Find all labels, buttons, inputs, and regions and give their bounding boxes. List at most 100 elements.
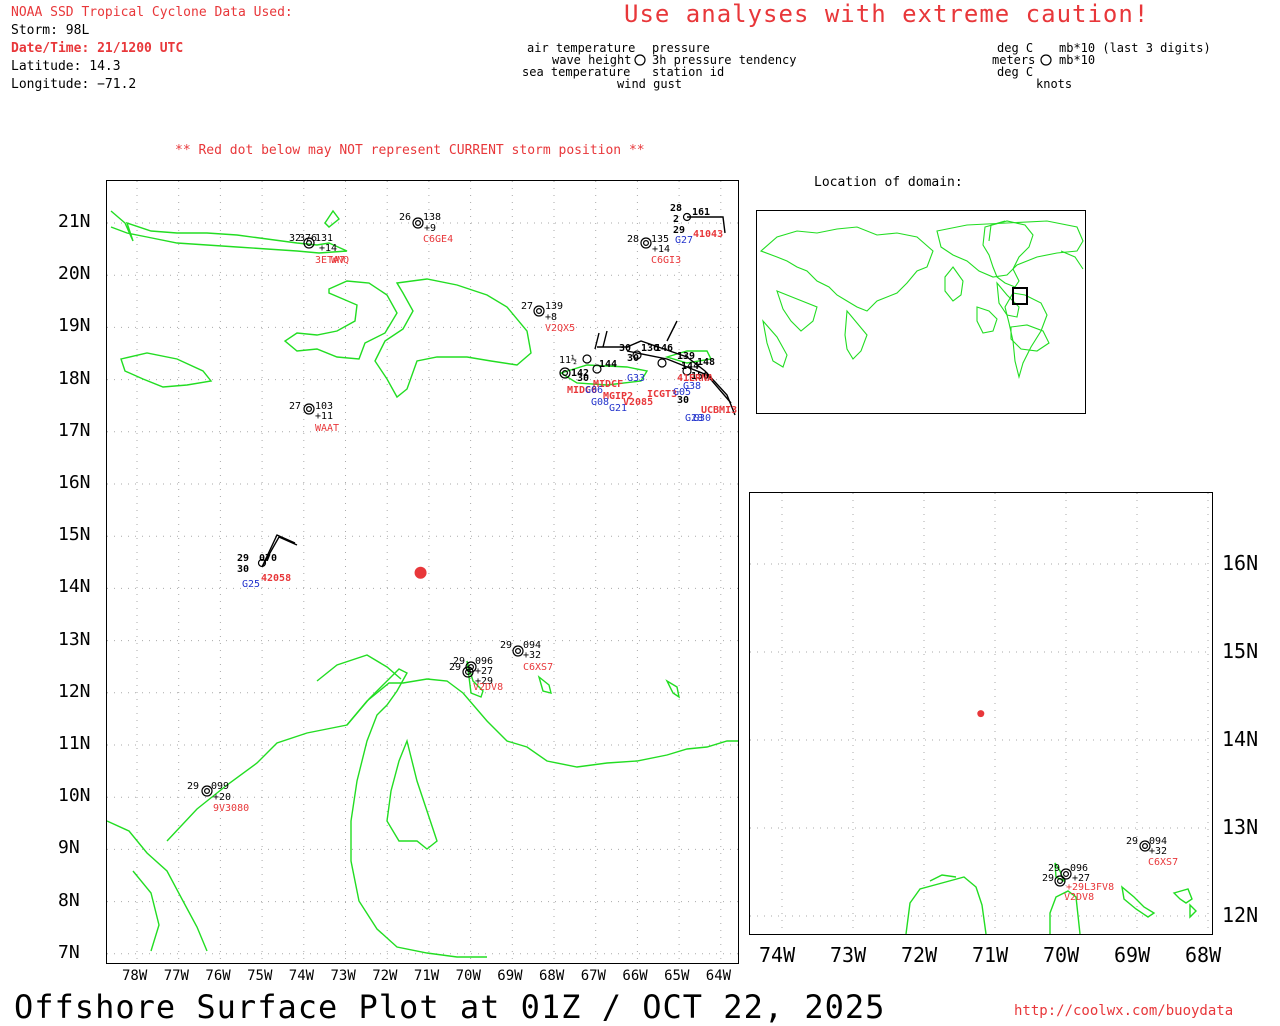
stn-id: 42058 — [261, 573, 291, 584]
legend-sea-temp: sea temperature — [522, 65, 631, 79]
legend-deg-c-2: deg C — [997, 65, 1034, 79]
stn-air: 29 — [500, 640, 512, 651]
location-title: Location of domain: — [814, 175, 963, 190]
lat-tick-label: 7N — [58, 941, 80, 963]
inset-map-canvas: 29 094 +32C6XS7 29 096 29 +27 +29 L3FV8 V2DV… — [750, 493, 1212, 935]
stn-tend: +14 — [652, 244, 670, 255]
lon-tick-label: 75W — [247, 968, 273, 984]
domain-box — [1012, 287, 1028, 305]
stn-air: 27 — [521, 301, 533, 312]
caution-banner: Use analyses with extreme caution! — [624, 0, 1150, 28]
coastlines — [107, 209, 738, 958]
svg-text:11½: 11½ — [559, 354, 577, 366]
svg-text:30: 30 — [627, 353, 639, 364]
stn-air: 29 — [237, 553, 249, 564]
lon-tick-label: 67W — [580, 968, 606, 984]
station-text: 26 138 +9C6GE4 32376131 +143ETA7WNQ 28 135… — [187, 203, 737, 814]
stn-air: 28 — [627, 234, 639, 245]
lon-tick-label: 74W — [288, 968, 315, 984]
lon-tick-label: 69W — [497, 968, 523, 984]
stn-air: 27 — [289, 401, 301, 412]
lat-tick-label: 13N — [58, 628, 91, 650]
stn-id: C6GI3 — [651, 255, 681, 266]
stn-id: 41043 — [693, 229, 723, 240]
legend-mb10-b: mb*10 — [1059, 53, 1096, 67]
inset-lon-tick-label: 74W — [759, 943, 796, 967]
stn-id: V2QX5 — [545, 323, 575, 334]
inset-lon-tick-label: 73W — [830, 943, 867, 967]
inset-lon-tick-label: 70W — [1043, 943, 1080, 967]
lat-tick-label: 15N — [58, 524, 91, 546]
inset-storm-marker — [977, 710, 985, 718]
lat-tick-label: 11N — [58, 733, 91, 754]
lon-tick-label: 68W — [539, 968, 565, 984]
svg-text:WNQ: WNQ — [331, 255, 349, 266]
svg-text:G05: G05 — [673, 387, 691, 398]
svg-text:2: 2 — [673, 214, 679, 225]
longitude-label: Longitude: −71.2 — [11, 77, 137, 92]
lon-tick-label: 78W — [122, 968, 148, 984]
source-url-link[interactable]: http://coolwx.com/buoydata — [1014, 1003, 1233, 1019]
lat-tick-label: 17N — [58, 419, 91, 441]
stn-id2: G27 — [675, 235, 693, 246]
storm-label: Storm: 98L — [11, 23, 90, 38]
svg-text:+32: +32 — [1149, 846, 1167, 857]
inset-lat-tick-label: 12N — [1222, 903, 1259, 927]
lon-tick-label: 73W — [330, 968, 356, 984]
lat-tick-label: 9N — [58, 837, 80, 859]
station-circle-icon-right — [1040, 54, 1052, 66]
legend-wind-gust: wind gust — [617, 77, 683, 91]
stn-id: V2DV8 — [473, 682, 503, 693]
inset-lon-tick-label: 68W — [1185, 943, 1222, 967]
main-map[interactable]: 26 138 +9 C6GE4 32 376 131 +14 3ETA7 WNQ 28 135… — [106, 180, 739, 964]
lat-tick-label: 12N — [58, 680, 91, 702]
station-circle-icon — [634, 54, 646, 66]
svg-text:G33: G33 — [627, 373, 645, 384]
lat-tick-label: 16N — [58, 472, 91, 493]
plot-title: Offshore Surface Plot at 01Z / OCT 22, 2… — [14, 988, 886, 1026]
lat-tick-label: 10N — [58, 785, 91, 807]
stn-air: 29 — [187, 781, 199, 792]
stn-tend: +32 — [523, 650, 541, 661]
stn-pres: 138 — [423, 212, 441, 223]
lat-tick-label: 8N — [58, 889, 80, 911]
world-locator-canvas — [759, 220, 1084, 380]
stn-tend: +11 — [315, 411, 333, 422]
svg-text:29: 29 — [1042, 873, 1054, 884]
storm-position-marker — [414, 566, 427, 579]
svg-text:G21: G21 — [609, 403, 627, 414]
stn-tend: +9 — [424, 223, 436, 234]
svg-text:G30: G30 — [693, 413, 711, 424]
lon-tick-label: 72W — [372, 968, 398, 984]
svg-text:G06: G06 — [585, 385, 603, 396]
stn-sea: 30 — [237, 564, 249, 575]
lon-tick-label: 65W — [664, 968, 690, 984]
stn-air: 28 — [670, 203, 682, 214]
stn-id: WAAT — [315, 423, 339, 434]
inset-lat-tick-label: 14N — [1222, 727, 1259, 751]
svg-text:C6XS7: C6XS7 — [1148, 857, 1178, 868]
inset-lon-tick-label: 69W — [1114, 943, 1151, 967]
svg-text:29: 29 — [1126, 836, 1138, 847]
lat-tick-label: 14N — [58, 576, 91, 598]
stn-id: 9V3080 — [213, 803, 249, 814]
inset-lon-tick-label: 71W — [972, 943, 1009, 967]
stn-pres: 161 — [692, 207, 710, 218]
stn-pres: 070 — [259, 553, 277, 564]
stn-pres: 099 — [211, 781, 229, 792]
svg-text:146: 146 — [655, 343, 673, 354]
red-dot-note: ** Red dot below may NOT represent CURRE… — [175, 143, 645, 158]
lon-tick-label: 66W — [622, 968, 648, 984]
latitude-label: Latitude: 14.3 — [11, 59, 121, 74]
stn-tend: +20 — [213, 792, 231, 803]
stn-id: C6XS7 — [523, 662, 553, 673]
inset-station-text: 29 094 +32C6XS7 29 096 29 +27 +29 L3FV8 V2DV… — [1042, 836, 1178, 903]
stn-id: C6GE4 — [423, 234, 453, 245]
stn-id2: G25 — [242, 579, 260, 590]
lon-tick-label: 77W — [163, 968, 189, 984]
svg-text:G08: G08 — [591, 397, 609, 408]
inset-map[interactable]: 29 094 +32 C6XS7 29 096 29 +27 +29 L3FV8 V2DV… — [749, 492, 1213, 935]
lon-tick-label: 76W — [205, 968, 231, 984]
stn-pres: 139 — [545, 301, 563, 312]
inset-lat-tick-label: 15N — [1222, 639, 1259, 663]
